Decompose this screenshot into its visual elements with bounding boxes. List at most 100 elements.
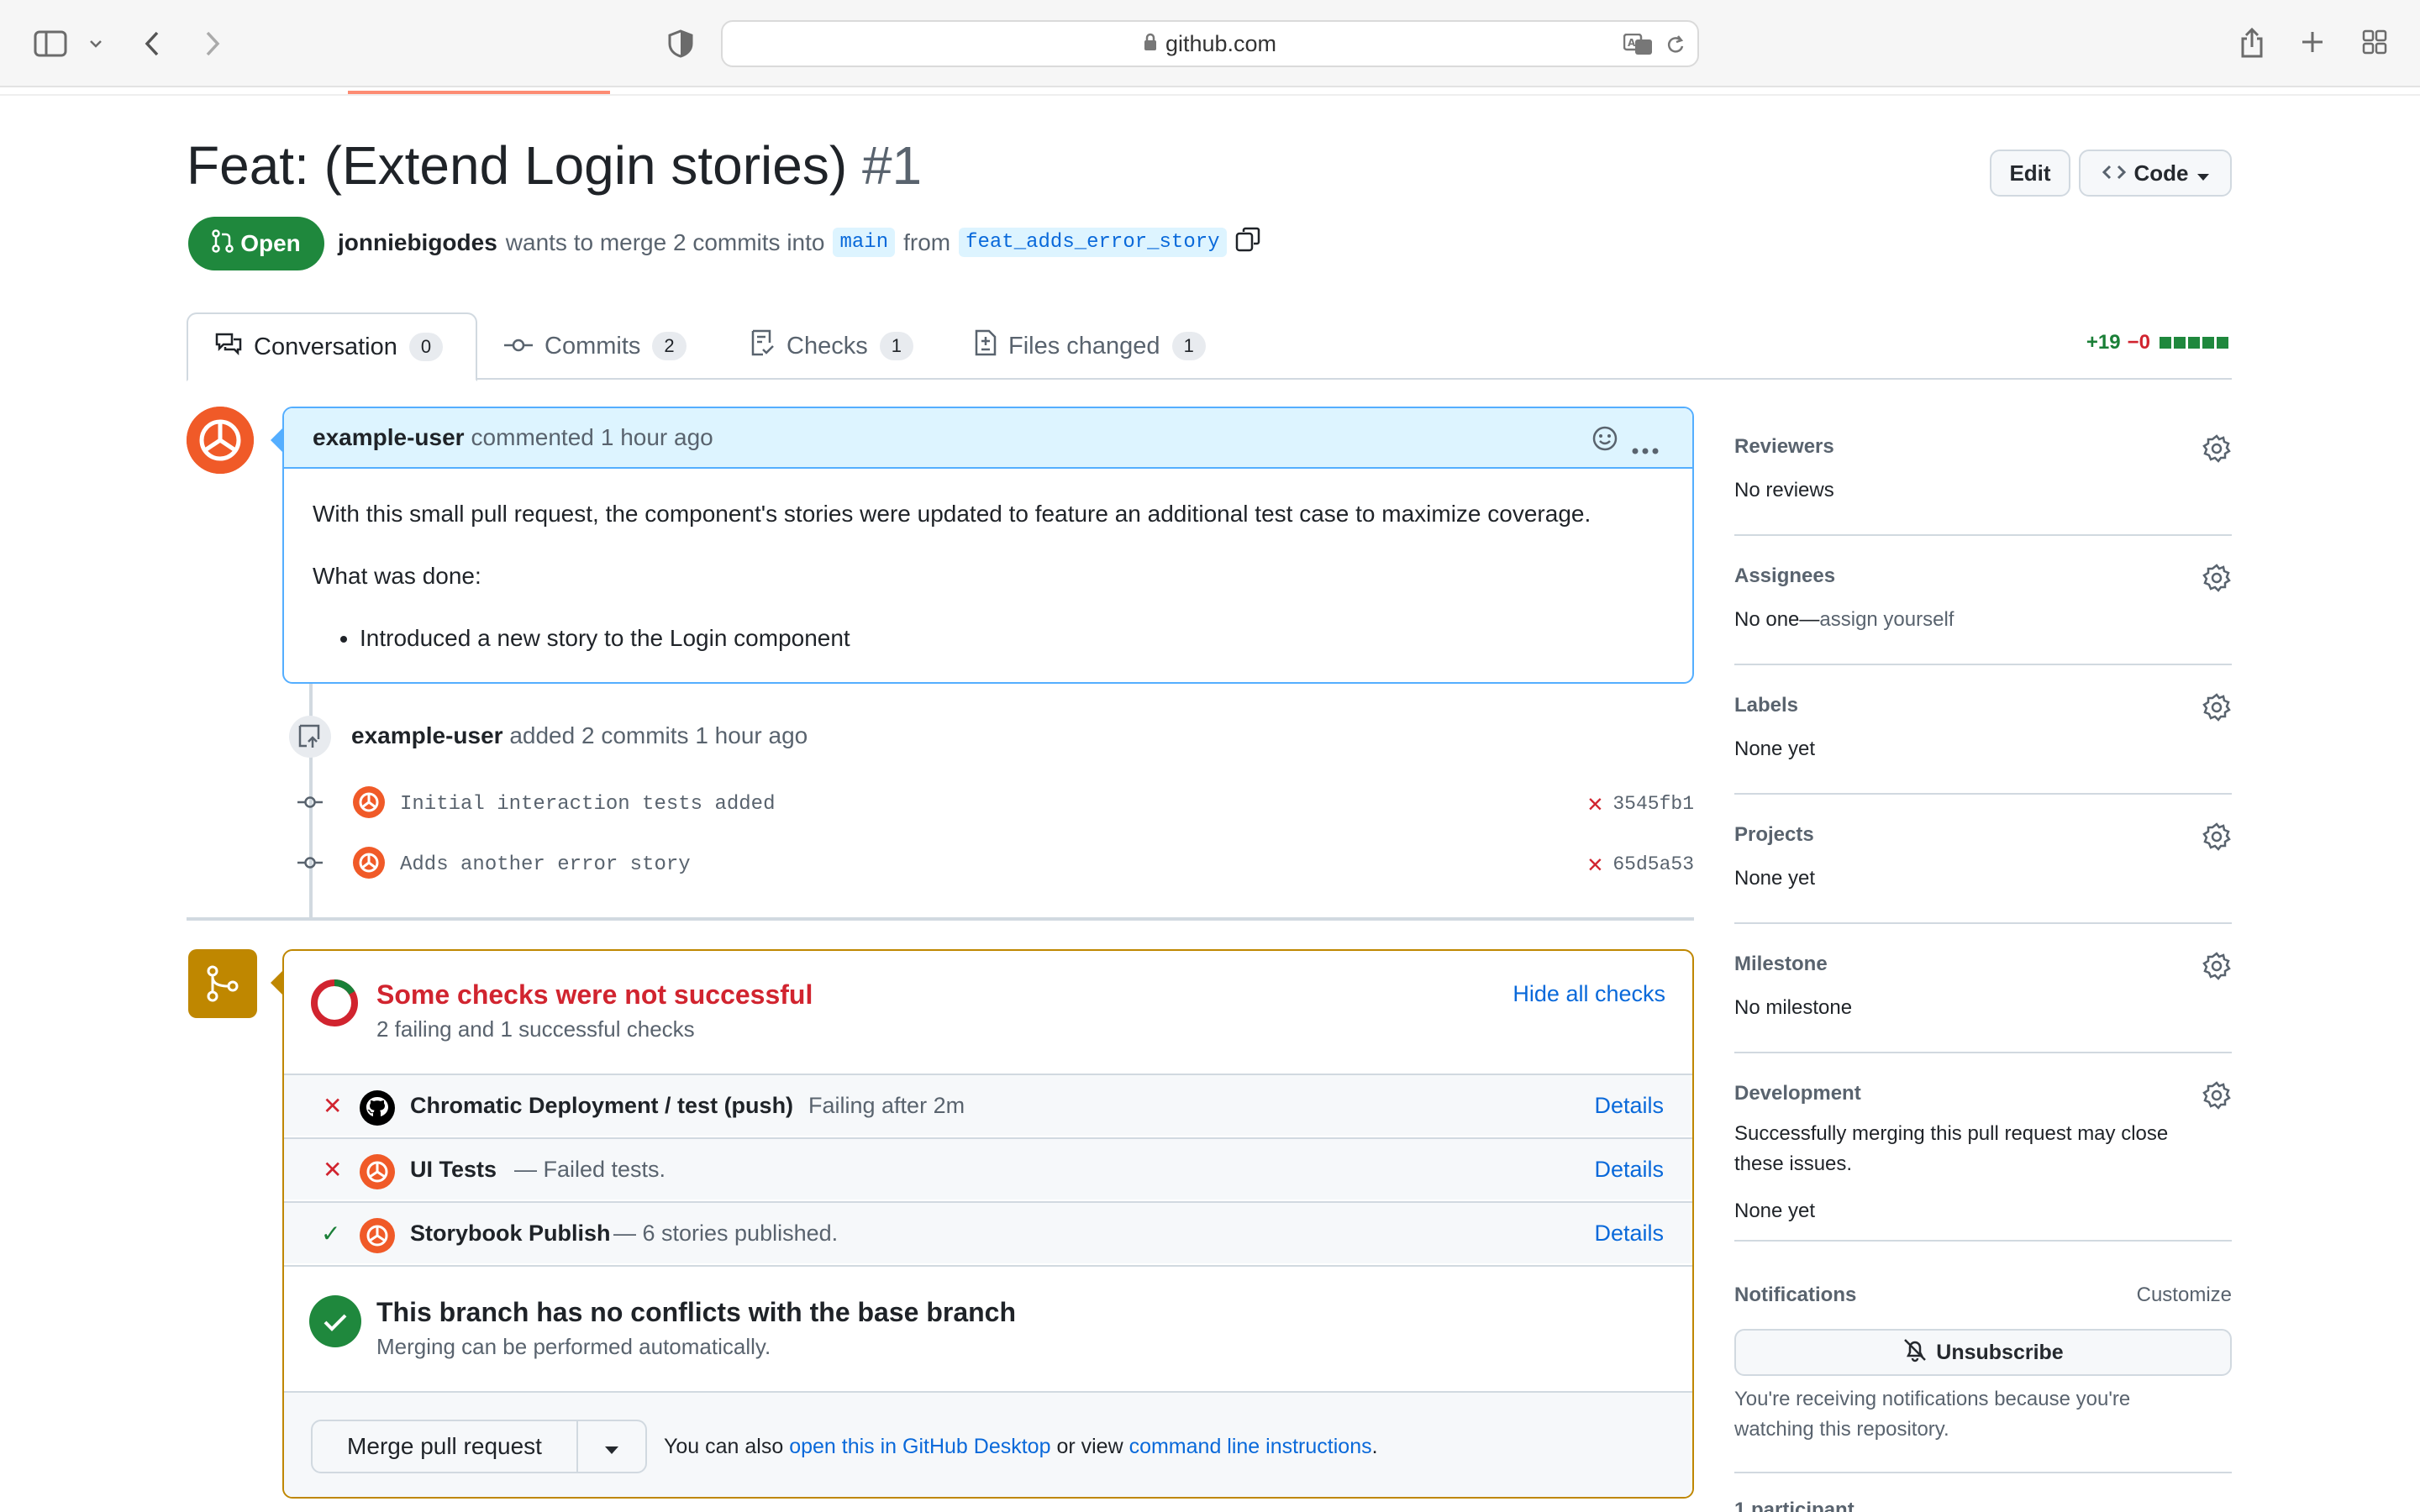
file-diff-icon xyxy=(975,329,997,363)
gear-icon[interactable] xyxy=(2202,822,2232,852)
customize-link[interactable]: Customize xyxy=(2137,1284,2232,1307)
sidebar-title[interactable]: Assignees xyxy=(1734,564,1835,588)
check-icon: ✓ xyxy=(321,1220,341,1247)
details-link[interactable]: Details xyxy=(1594,1221,1664,1247)
avatar xyxy=(360,1154,395,1195)
sidebar-title[interactable]: Development xyxy=(1734,1082,1861,1105)
privacy-shield-icon[interactable] xyxy=(664,27,697,60)
sidebar-assignees: Assignees No one—assign yourself xyxy=(1734,556,2232,665)
unsubscribe-button[interactable]: Unsubscribe xyxy=(1734,1329,2232,1376)
divider xyxy=(284,1265,1692,1267)
pr-author-link[interactable]: jonniebigodes xyxy=(338,229,497,256)
avatar[interactable] xyxy=(353,785,385,822)
page-title: Feat: (Extend Login stories) #1 xyxy=(187,134,922,197)
comment-author[interactable]: example-user xyxy=(313,424,465,451)
assign-yourself-link[interactable]: assign yourself xyxy=(1819,608,1954,631)
smiley-icon[interactable] xyxy=(1591,425,1618,458)
gear-icon[interactable] xyxy=(2202,1080,2232,1110)
commits-text: added 2 commits xyxy=(509,722,689,748)
tab-checks[interactable]: Checks 1 xyxy=(724,312,940,380)
tab-commits[interactable]: Commits 2 xyxy=(477,312,713,380)
address-bar[interactable]: github.com A xyxy=(721,20,1699,67)
sidebar-value: None yet xyxy=(1734,1200,1816,1222)
git-commit-icon xyxy=(504,333,533,360)
new-tab-icon[interactable] xyxy=(2297,27,2328,57)
lock-icon xyxy=(1144,31,1157,57)
chevron-down-icon[interactable] xyxy=(84,30,108,57)
edit-button[interactable]: Edit xyxy=(1990,150,2070,197)
diffstat: +19 −0 xyxy=(2086,331,2228,354)
sidebar-value: None yet xyxy=(1734,867,1816,890)
gear-icon[interactable] xyxy=(2202,433,2232,464)
tab-conversation[interactable]: Conversation 0 xyxy=(187,312,477,381)
merge-pull-request-button[interactable]: Merge pull request xyxy=(311,1420,578,1473)
sidebar-labels: Labels None yet xyxy=(1734,685,2232,795)
x-icon[interactable]: ✕ xyxy=(1587,849,1602,880)
avatar[interactable] xyxy=(187,407,254,474)
base-branch[interactable]: main xyxy=(833,228,896,257)
reload-icon[interactable] xyxy=(1662,32,1689,59)
code-button[interactable]: Code xyxy=(2079,150,2232,197)
sha-link[interactable]: 65d5a53 xyxy=(1612,853,1694,875)
pull-request-icon xyxy=(212,228,234,259)
github-desktop-link[interactable]: open this in GitHub Desktop xyxy=(789,1435,1050,1458)
conflicts-subtitle: Merging can be performed automatically. xyxy=(376,1334,771,1359)
share-icon[interactable] xyxy=(2235,24,2269,62)
translate-icon[interactable]: A xyxy=(1622,30,1655,59)
sha-link[interactable]: 3545fb1 xyxy=(1612,793,1694,815)
tab-counter: 1 xyxy=(1171,332,1206,360)
comment-card: example-user commented 1 hour ago With t… xyxy=(282,407,1694,684)
forward-icon[interactable] xyxy=(200,25,225,62)
sidebar-title[interactable]: Milestone xyxy=(1734,953,1828,976)
hide-checks-button[interactable]: Hide all checks xyxy=(1512,981,1665,1007)
avatar[interactable] xyxy=(353,846,385,883)
command-line-link[interactable]: command line instructions xyxy=(1129,1435,1372,1458)
sidebar-value: No reviews xyxy=(1734,479,1834,501)
merge-text: wants to merge 2 commits into xyxy=(505,228,825,255)
status-label: Open xyxy=(240,230,301,256)
comment-discussion-icon xyxy=(215,332,242,362)
table-row: ✕ UI Tests — Failed tests. Details xyxy=(284,1137,1692,1200)
gear-icon[interactable] xyxy=(2202,563,2232,593)
checks-subtitle: 2 failing and 1 successful checks xyxy=(376,1016,695,1042)
sidebar-title: Notifications xyxy=(1734,1284,1857,1306)
check-desc: — 6 stories published. xyxy=(613,1220,839,1246)
sidebar-toggle-icon[interactable] xyxy=(32,27,69,60)
sidebar-title[interactable]: Projects xyxy=(1734,823,1814,847)
commit-message[interactable]: Adds another error story xyxy=(400,853,691,876)
tab-counter: 1 xyxy=(879,332,913,360)
conflicts-title: This branch has no conflicts with the ba… xyxy=(376,1297,1017,1327)
x-icon[interactable]: ✕ xyxy=(1587,789,1602,820)
merge-method-dropdown[interactable] xyxy=(576,1420,647,1473)
deletions-count: −0 xyxy=(2127,331,2150,354)
details-link[interactable]: Details xyxy=(1594,1093,1664,1119)
back-icon[interactable] xyxy=(139,25,165,62)
head-branch[interactable]: feat_adds_error_story xyxy=(959,228,1227,257)
gear-icon[interactable] xyxy=(2202,692,2232,722)
copy-icon[interactable] xyxy=(1235,227,1260,258)
comment-action: commented xyxy=(471,424,594,450)
kebab-horizontal-icon[interactable] xyxy=(1632,433,1659,460)
sidebar-projects: Projects None yet xyxy=(1734,815,2232,924)
pr-title-text: Feat: (Extend Login stories) xyxy=(187,135,848,196)
commits-time[interactable]: 1 hour ago xyxy=(695,722,808,748)
repo-push-icon xyxy=(289,716,331,758)
comment-header: example-user commented 1 hour ago xyxy=(284,408,1692,469)
table-row: ✓ Storybook Publish — 6 stories publishe… xyxy=(284,1201,1692,1263)
git-commit-icon xyxy=(297,794,323,815)
comment-time[interactable]: 1 hour ago xyxy=(601,424,713,451)
commit-message[interactable]: Initial interaction tests added xyxy=(400,793,775,816)
x-icon: ✕ xyxy=(323,1156,343,1183)
details-link[interactable]: Details xyxy=(1594,1157,1664,1183)
gear-icon[interactable] xyxy=(2202,951,2232,981)
sidebar-title[interactable]: Reviewers xyxy=(1734,435,1834,459)
tab-overview-icon[interactable] xyxy=(2360,27,2390,57)
commits-author[interactable]: example-user xyxy=(351,722,503,748)
tab-files-changed[interactable]: Files changed 1 xyxy=(948,312,1233,380)
also-text: You can also xyxy=(664,1435,784,1458)
sidebar-notifications: Notifications Customize Unsubscribe You'… xyxy=(1734,1262,2232,1473)
commit-sha: ✕ 65d5a53 xyxy=(1587,849,1694,880)
pr-number: #1 xyxy=(861,135,923,196)
sidebar-title[interactable]: Labels xyxy=(1734,694,1798,717)
check-name: Storybook Publish xyxy=(410,1220,611,1246)
